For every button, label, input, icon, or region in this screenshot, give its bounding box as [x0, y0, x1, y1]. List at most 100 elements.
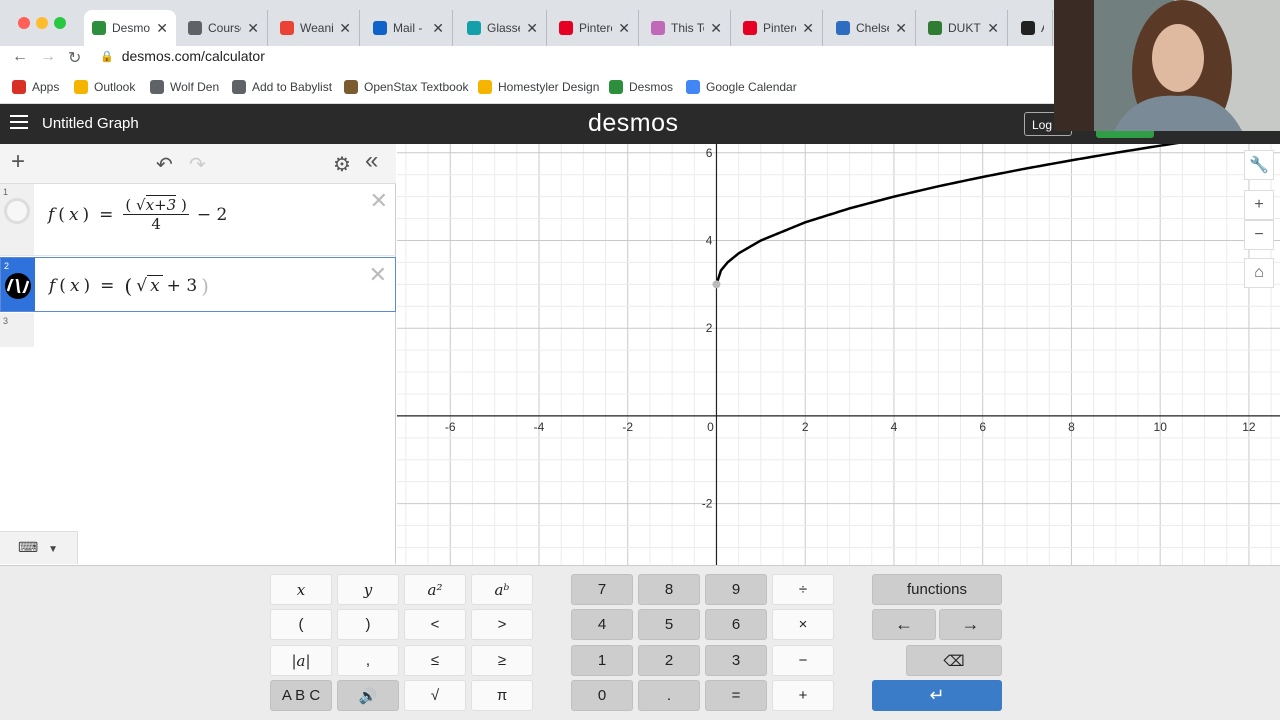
math-expression-1[interactable]: f (x) = ( √x+3 ) 4 − 2 [48, 195, 227, 233]
wrench-icon[interactable]: 🔧 [1244, 150, 1274, 180]
close-window-button[interactable] [18, 17, 30, 29]
zoom-window-button[interactable] [54, 17, 66, 29]
keypad-key[interactable]: = [705, 680, 767, 711]
keypad-key[interactable]: 5 [638, 609, 700, 640]
keypad-key[interactable]: π [471, 680, 533, 711]
hidden-graph-toggle-icon[interactable] [4, 198, 30, 224]
keypad-key[interactable]: 4 [571, 609, 633, 640]
zoom-in-icon[interactable]: + [1244, 190, 1274, 220]
keypad-key[interactable]: √ [404, 680, 466, 711]
browser-tab[interactable]: An [1013, 10, 1053, 46]
close-tab-icon[interactable]: ✕ [432, 20, 444, 37]
undo-icon[interactable]: ↶ [156, 152, 173, 177]
bookmark-item[interactable]: Google Calendar [686, 80, 797, 94]
close-tab-icon[interactable]: ✕ [339, 20, 351, 37]
keypad-key[interactable]: . [638, 680, 700, 711]
keypad-key[interactable]: 7 [571, 574, 633, 605]
keypad-key[interactable]: 8 [638, 574, 700, 605]
expression-row[interactable]: 2 ✕ f (x) = ( √ x + 3 ) [0, 257, 396, 312]
browser-tab[interactable]: Pintere ✕ [551, 10, 639, 46]
zoom-out-icon[interactable]: − [1244, 220, 1274, 250]
backspace-key[interactable]: ⌫ [906, 645, 1002, 676]
expression-row[interactable]: 1 ✕ f (x) = ( √x+3 ) 4 − 2 [0, 184, 396, 256]
browser-tab[interactable]: Weanir ✕ [272, 10, 360, 46]
keypad-key[interactable]: , [337, 645, 399, 676]
keypad-key[interactable]: ( [270, 609, 332, 640]
bookmark-item[interactable]: Homestyler Design [478, 80, 599, 94]
keypad-key[interactable]: 0 [571, 680, 633, 711]
keypad-key[interactable]: y [337, 574, 399, 605]
keypad-key[interactable]: a² [404, 574, 466, 605]
keypad-key[interactable]: 2 [638, 645, 700, 676]
keypad-key[interactable]: x [270, 574, 332, 605]
keypad-key[interactable]: 6 [705, 609, 767, 640]
keypad-key[interactable]: ÷ [772, 574, 834, 605]
close-tab-icon[interactable]: ✕ [710, 20, 722, 37]
close-tab-icon[interactable]: ✕ [987, 20, 999, 37]
add-expression-icon[interactable]: + [11, 148, 25, 176]
close-tab-icon[interactable]: ✕ [156, 20, 168, 37]
browser-tab[interactable]: Mail - E ✕ [365, 10, 453, 46]
curve-icon [7, 279, 29, 293]
browser-tab[interactable]: Pintere ✕ [735, 10, 823, 46]
forward-icon[interactable]: → [40, 48, 56, 66]
keypad-key[interactable]: ≥ [471, 645, 533, 676]
settings-gear-icon[interactable]: ⚙ [333, 152, 351, 177]
keyboard-toggle[interactable]: ⌨ ▼ [0, 531, 78, 564]
delete-expression-icon[interactable]: ✕ [369, 262, 387, 288]
close-tab-icon[interactable]: ✕ [526, 20, 538, 37]
keypad-key[interactable]: > [471, 609, 533, 640]
keypad-key[interactable]: 9 [705, 574, 767, 605]
keypad-key[interactable]: × [772, 609, 834, 640]
browser-tab[interactable]: Desmo ✕ [84, 10, 176, 46]
x-tick-label: 12 [1242, 420, 1256, 434]
browser-tab[interactable]: Glasse ✕ [459, 10, 547, 46]
graph-canvas[interactable]: -6 -4 -2 0 2 4 6 8 10 12 6 4 2 -2 [397, 144, 1280, 565]
close-tab-icon[interactable]: ✕ [802, 20, 814, 37]
keypad-key[interactable]: < [404, 609, 466, 640]
tab-title: Glasse [487, 21, 520, 35]
expression-row[interactable]: 3 [0, 313, 396, 347]
graph-style-icon[interactable] [5, 273, 31, 299]
keypad-key[interactable]: − [772, 645, 834, 676]
redo-icon[interactable]: ↷ [189, 152, 206, 177]
keypad-key[interactable]: 3 [705, 645, 767, 676]
graph-paper[interactable]: -6 -4 -2 0 2 4 6 8 10 12 6 4 2 -2 🔧 + − ⌂ [397, 144, 1280, 565]
keypad-key[interactable]: 1 [571, 645, 633, 676]
bookmark-item[interactable]: OpenStax Textbook [344, 80, 469, 94]
bookmark-item[interactable]: Apps [12, 80, 59, 94]
arrow-right-key[interactable]: → [939, 609, 1002, 640]
browser-tab[interactable]: DUKTI ✕ [920, 10, 1008, 46]
enter-key[interactable]: ↵ [872, 680, 1002, 711]
bookmark-item[interactable]: Add to Babylist [232, 80, 332, 94]
menu-icon[interactable] [10, 115, 28, 131]
functions-button[interactable]: functions [872, 574, 1002, 605]
keypad-key[interactable]: ) [337, 609, 399, 640]
collapse-list-icon[interactable]: « [365, 147, 378, 175]
math-expression-2[interactable]: f (x) = ( √ x + 3 ) [49, 274, 209, 298]
keypad-key[interactable]: ≤ [404, 645, 466, 676]
bookmark-item[interactable]: Outlook [74, 80, 135, 94]
tab-title: Course [208, 21, 241, 35]
delete-expression-icon[interactable]: ✕ [370, 188, 388, 214]
browser-tab[interactable]: This To ✕ [643, 10, 731, 46]
home-icon[interactable]: ⌂ [1244, 258, 1274, 288]
bookmark-item[interactable]: Wolf Den [150, 80, 219, 94]
url-field[interactable]: 🔒 desmos.com/calculator [100, 48, 265, 64]
arrow-left-key[interactable]: ← [872, 609, 936, 640]
browser-tab[interactable]: Course ✕ [180, 10, 268, 46]
browser-tab[interactable]: Chelse ✕ [828, 10, 916, 46]
keypad-key[interactable]: |a| [270, 645, 332, 676]
reload-icon[interactable]: ↻ [68, 48, 81, 68]
graph-title[interactable]: Untitled Graph [42, 115, 139, 132]
keypad-key[interactable]: 🔊 [337, 680, 399, 711]
bookmark-item[interactable]: Desmos [609, 80, 673, 94]
keypad-key[interactable]: A B C [270, 680, 332, 711]
keypad-key[interactable]: + [772, 680, 834, 711]
minimize-window-button[interactable] [36, 17, 48, 29]
close-tab-icon[interactable]: ✕ [247, 20, 259, 37]
back-icon[interactable]: ← [12, 48, 28, 66]
close-tab-icon[interactable]: ✕ [895, 20, 907, 37]
keypad-key[interactable]: aᵇ [471, 574, 533, 605]
close-tab-icon[interactable]: ✕ [618, 20, 630, 37]
